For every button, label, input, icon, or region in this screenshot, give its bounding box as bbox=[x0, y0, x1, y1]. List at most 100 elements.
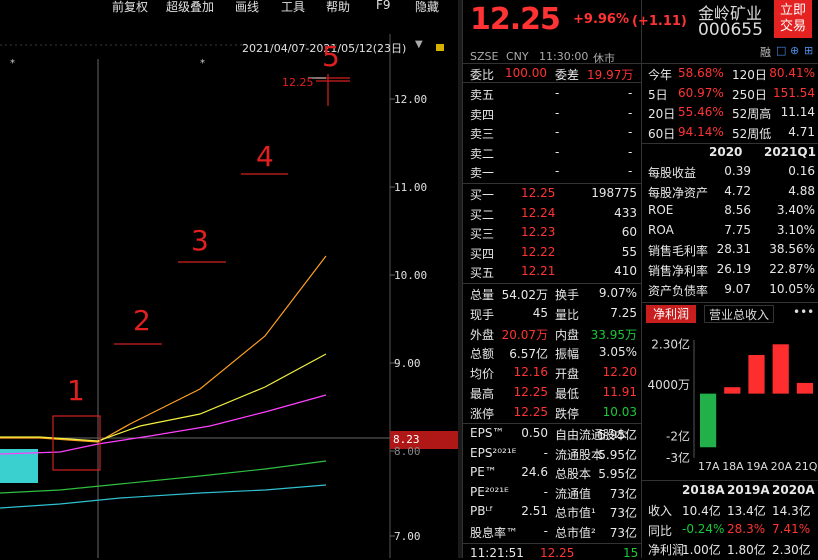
fin-value: 9.07 bbox=[724, 281, 751, 296]
fund-value: 5.95亿 bbox=[598, 428, 637, 442]
annotation-1: 1 bbox=[67, 374, 85, 407]
kline-chart-canvas bbox=[0, 34, 458, 558]
y-tick: 9.00 bbox=[394, 357, 421, 370]
tab-net-profit[interactable]: 净利润 bbox=[646, 305, 696, 323]
ask-price: - bbox=[555, 125, 560, 139]
window-icon[interactable]: □ bbox=[776, 44, 786, 57]
fin-value: 4.72 bbox=[724, 183, 751, 198]
rev-label: 收入 bbox=[648, 504, 673, 518]
perf-value: 58.68% bbox=[678, 66, 724, 80]
bar-x-label: 20A bbox=[771, 460, 793, 473]
ask-volume: - bbox=[628, 86, 633, 100]
dropdown-arrow-icon[interactable]: ▼ bbox=[415, 39, 423, 50]
stat-value: 11.91 bbox=[602, 385, 637, 399]
bid-volume: 410 bbox=[614, 264, 637, 278]
fin-label: 资产负债率 bbox=[648, 283, 709, 298]
menu-item-tools[interactable]: 工具 bbox=[281, 0, 305, 15]
rev-label: 净利润 bbox=[648, 543, 685, 557]
fin-value: 10.05% bbox=[769, 281, 815, 296]
rev-value: 1.80亿 bbox=[727, 543, 766, 557]
y-tick: 11.00 bbox=[394, 181, 428, 194]
perf-value: 94.14% bbox=[678, 124, 724, 139]
rev-value: 14.3亿 bbox=[772, 504, 811, 518]
top-menu-bar: 前复权 超级叠加 画线 工具 帮助 F9 隐藏 bbox=[0, 0, 458, 14]
stat-value: 12.16 bbox=[513, 365, 548, 380]
stat-label: 振幅 bbox=[555, 347, 580, 362]
stat-label: 量比 bbox=[555, 307, 580, 322]
bar-y-tick: 2.30亿 bbox=[651, 336, 690, 351]
tab-revenue[interactable]: 营业总收入 bbox=[704, 305, 774, 323]
menu-item-f9[interactable]: F9 bbox=[376, 0, 391, 12]
fund-label: EPS™ bbox=[470, 426, 505, 440]
stat-label: 均价 bbox=[470, 367, 495, 382]
rev-value: 13.4亿 bbox=[727, 504, 766, 518]
ask-price: - bbox=[555, 164, 560, 178]
menu-item-restore-rights[interactable]: 前复权 bbox=[112, 0, 148, 15]
annotation-2: 2 bbox=[133, 304, 151, 337]
fin-header-2020: 2020 bbox=[709, 145, 743, 159]
rev-value: 7.41% bbox=[772, 521, 811, 536]
stat-label: 总量 bbox=[470, 288, 495, 302]
fin-label: ROA bbox=[648, 222, 674, 237]
stat-value: 3.05% bbox=[598, 345, 637, 360]
perf-value: 11.14 bbox=[780, 105, 815, 119]
fund-value: 24.6 bbox=[521, 465, 548, 480]
market-code: SZSE bbox=[470, 50, 499, 63]
bid-price: 12.22 bbox=[521, 244, 556, 259]
fund-value: 5.95亿 bbox=[598, 447, 637, 462]
menu-item-overlay[interactable]: 超级叠加 bbox=[166, 0, 214, 15]
ask-volume: - bbox=[628, 125, 633, 139]
info-column: (+1.11) 金岭矿业 000655 立即交易 融 □ ⊕ ⊞ 今年 58.68… bbox=[632, 0, 818, 558]
fund-value: 73亿 bbox=[609, 506, 637, 521]
stat-label: 内盘 bbox=[555, 327, 580, 342]
current-price-flag: 8.23 bbox=[393, 433, 420, 446]
stat-label: 涨停 bbox=[470, 406, 495, 421]
rev-value: 10.4亿 bbox=[682, 504, 721, 518]
perf-label: 5日 bbox=[648, 87, 668, 102]
bid-volume: 198775 bbox=[591, 186, 637, 200]
profit-bar bbox=[796, 382, 813, 394]
fin-label: 每股净资产 bbox=[648, 185, 709, 200]
bid-price: 12.21 bbox=[521, 264, 556, 278]
add-watchlist-icon[interactable]: ⊕ bbox=[790, 44, 799, 57]
y-tick: 8.00 bbox=[394, 445, 421, 458]
more-icon[interactable]: ••• bbox=[793, 305, 814, 319]
fund-label: 总市值¹ bbox=[555, 506, 596, 521]
rev-header: 2019A bbox=[727, 483, 770, 497]
profit-bar bbox=[748, 355, 765, 394]
perf-value: 4.71 bbox=[788, 124, 815, 139]
stat-value: 6.57亿 bbox=[509, 347, 548, 362]
bar-x-label: 19A bbox=[746, 460, 768, 473]
stat-label: 最高 bbox=[470, 387, 495, 401]
quote-time: 11:30:00 bbox=[539, 50, 589, 63]
y-tick: 12.00 bbox=[394, 93, 428, 106]
perf-value: 151.54 bbox=[773, 85, 815, 100]
fin-value: 8.56 bbox=[724, 203, 751, 218]
menu-item-draw[interactable]: 画线 bbox=[235, 0, 259, 15]
profit-bar bbox=[772, 344, 789, 394]
grid-icon[interactable]: ⊞ bbox=[804, 44, 813, 57]
stat-value: 10.03 bbox=[602, 404, 637, 419]
ask-price: - bbox=[555, 144, 560, 159]
menu-item-help[interactable]: 帮助 bbox=[326, 0, 350, 15]
fin-header-2021q1: 2021Q1 bbox=[764, 145, 816, 159]
stat-value: 54.02万 bbox=[501, 288, 548, 302]
margin-icon[interactable]: 融 bbox=[760, 44, 771, 60]
trade-now-button[interactable]: 立即交易 bbox=[774, 0, 812, 38]
fin-label: 每股收益 bbox=[648, 166, 697, 180]
fund-value: 73亿 bbox=[609, 526, 637, 540]
fund-value: 73亿 bbox=[609, 486, 637, 501]
fin-value: 3.10% bbox=[776, 222, 815, 237]
stat-label: 换手 bbox=[555, 288, 580, 302]
bid-price: 12.25 bbox=[521, 186, 556, 200]
bid-price: 12.23 bbox=[521, 225, 556, 239]
stat-value: 9.07% bbox=[598, 286, 637, 300]
menu-item-hide[interactable]: 隐藏 bbox=[415, 0, 439, 15]
profit-bar bbox=[724, 387, 741, 394]
bid-volume: 55 bbox=[621, 244, 637, 259]
weibi-label: 委比 bbox=[470, 68, 495, 82]
perf-label: 250日 bbox=[732, 87, 767, 102]
kline-chart[interactable]: * * 2021/04/07-2021/05/12(23日) ▼ 12.00 1… bbox=[0, 14, 458, 558]
fund-label: 流通股本 bbox=[555, 447, 604, 462]
bar-x-label: 21Q1 bbox=[795, 460, 818, 473]
